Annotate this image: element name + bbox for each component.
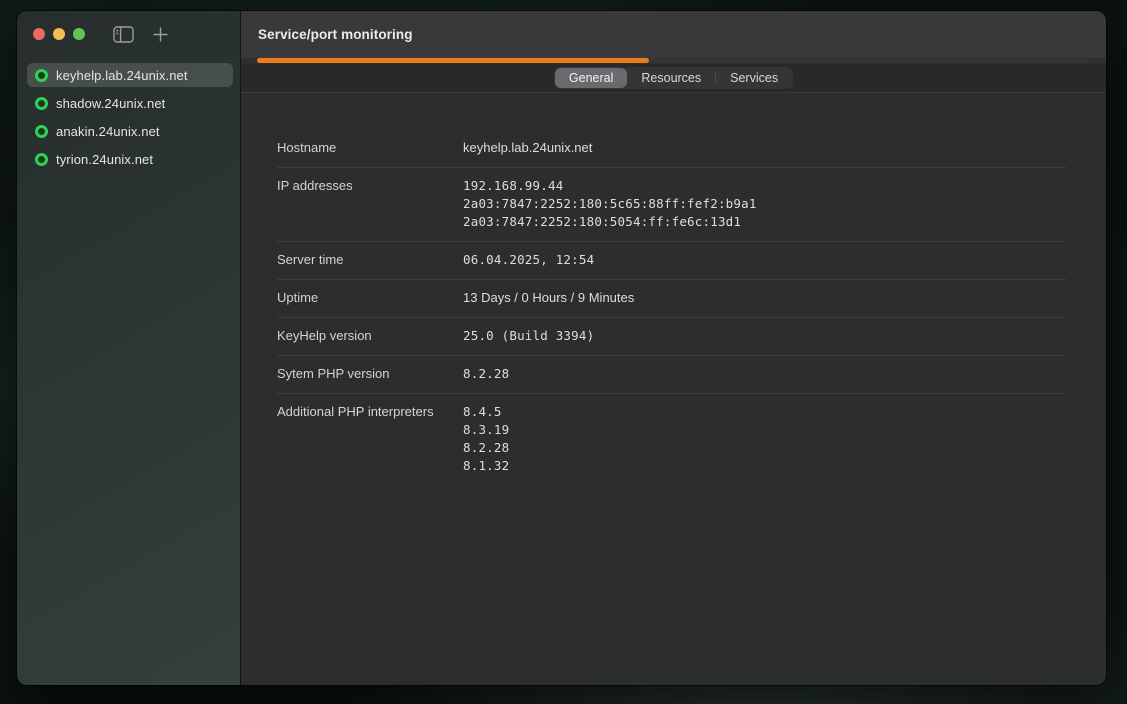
value-line: 2a03:7847:2252:180:5054:ff:fe6c:13d1 xyxy=(463,213,757,231)
sidebar-item-server[interactable]: anakin.24unix.net xyxy=(27,119,233,143)
info-row: Additional PHP interpreters 8.4.58.3.198… xyxy=(277,394,1066,485)
refresh-progress xyxy=(241,58,1106,64)
value-line: 13 Days / 0 Hours / 9 Minutes xyxy=(463,289,634,307)
value-line: 06.04.2025, 12:54 xyxy=(463,251,594,269)
info-label: Sytem PHP version xyxy=(277,365,463,383)
info-row: IP addresses 192.168.99.442a03:7847:2252… xyxy=(277,168,1066,242)
app-window: keyhelp.lab.24unix.net shadow.24unix.net… xyxy=(17,11,1106,685)
value-line: 8.3.19 xyxy=(463,421,509,439)
tab-label: Services xyxy=(730,71,778,85)
window-chrome xyxy=(17,11,240,57)
value-line: 192.168.99.44 xyxy=(463,177,757,195)
sidebar: keyhelp.lab.24unix.net shadow.24unix.net… xyxy=(17,11,241,685)
value-line: 8.2.28 xyxy=(463,439,509,457)
progress-fill xyxy=(257,58,649,63)
info-value: 06.04.2025, 12:54 xyxy=(463,251,594,269)
info-row: Uptime 13 Days / 0 Hours / 9 Minutes xyxy=(277,280,1066,318)
tab-resources[interactable]: Resources xyxy=(627,68,715,88)
server-list: keyhelp.lab.24unix.net shadow.24unix.net… xyxy=(17,63,240,175)
value-line: keyhelp.lab.24unix.net xyxy=(463,139,592,157)
tab-label: General xyxy=(569,71,613,85)
value-line: 25.0 (Build 3394) xyxy=(463,327,594,345)
info-label: Server time xyxy=(277,251,463,269)
main-panel: Service/port monitoring General Resource… xyxy=(241,11,1106,685)
value-line: 8.2.28 xyxy=(463,365,509,383)
status-online-icon xyxy=(35,125,48,138)
info-row: Sytem PHP version 8.2.28 xyxy=(277,356,1066,394)
info-label: IP addresses xyxy=(277,177,463,195)
server-name: anakin.24unix.net xyxy=(56,124,160,139)
value-line: 8.1.32 xyxy=(463,457,509,475)
status-online-icon xyxy=(35,69,48,82)
server-name: tyrion.24unix.net xyxy=(56,152,153,167)
sidebar-item-server[interactable]: keyhelp.lab.24unix.net xyxy=(27,63,233,87)
tab-general[interactable]: General xyxy=(555,68,627,88)
server-name: keyhelp.lab.24unix.net xyxy=(56,68,188,83)
info-row: Server time 06.04.2025, 12:54 xyxy=(277,242,1066,280)
segmented-control: General Resources Services xyxy=(554,67,793,89)
sidebar-toggle-icon[interactable] xyxy=(113,26,134,43)
info-value: 8.2.28 xyxy=(463,365,509,383)
close-window-button[interactable] xyxy=(33,28,45,40)
plus-icon[interactable] xyxy=(152,26,169,43)
tab-bar: General Resources Services xyxy=(241,64,1106,93)
tab-label: Resources xyxy=(641,71,701,85)
info-label: Additional PHP interpreters xyxy=(277,403,463,421)
page-title: Service/port monitoring xyxy=(258,27,413,42)
tab-services[interactable]: Services xyxy=(716,68,792,88)
status-online-icon xyxy=(35,97,48,110)
info-label: KeyHelp version xyxy=(277,327,463,345)
minimize-window-button[interactable] xyxy=(53,28,65,40)
progress-track xyxy=(257,58,1090,63)
info-value: 13 Days / 0 Hours / 9 Minutes xyxy=(463,289,634,307)
status-online-icon xyxy=(35,153,48,166)
value-line: 2a03:7847:2252:180:5c65:88ff:fef2:b9a1 xyxy=(463,195,757,213)
general-info-panel: Hostname keyhelp.lab.24unix.net IP addre… xyxy=(241,93,1106,685)
info-label: Hostname xyxy=(277,139,463,157)
zoom-window-button[interactable] xyxy=(73,28,85,40)
info-row: KeyHelp version 25.0 (Build 3394) xyxy=(277,318,1066,356)
info-value: 25.0 (Build 3394) xyxy=(463,327,594,345)
info-value: keyhelp.lab.24unix.net xyxy=(463,139,592,157)
value-line: 8.4.5 xyxy=(463,403,509,421)
sidebar-item-server[interactable]: tyrion.24unix.net xyxy=(27,147,233,171)
titlebar: Service/port monitoring xyxy=(241,11,1106,58)
info-value: 8.4.58.3.198.2.288.1.32 xyxy=(463,403,509,475)
info-value: 192.168.99.442a03:7847:2252:180:5c65:88f… xyxy=(463,177,757,231)
info-label: Uptime xyxy=(277,289,463,307)
info-row: Hostname keyhelp.lab.24unix.net xyxy=(277,130,1066,168)
sidebar-item-server[interactable]: shadow.24unix.net xyxy=(27,91,233,115)
server-name: shadow.24unix.net xyxy=(56,96,165,111)
